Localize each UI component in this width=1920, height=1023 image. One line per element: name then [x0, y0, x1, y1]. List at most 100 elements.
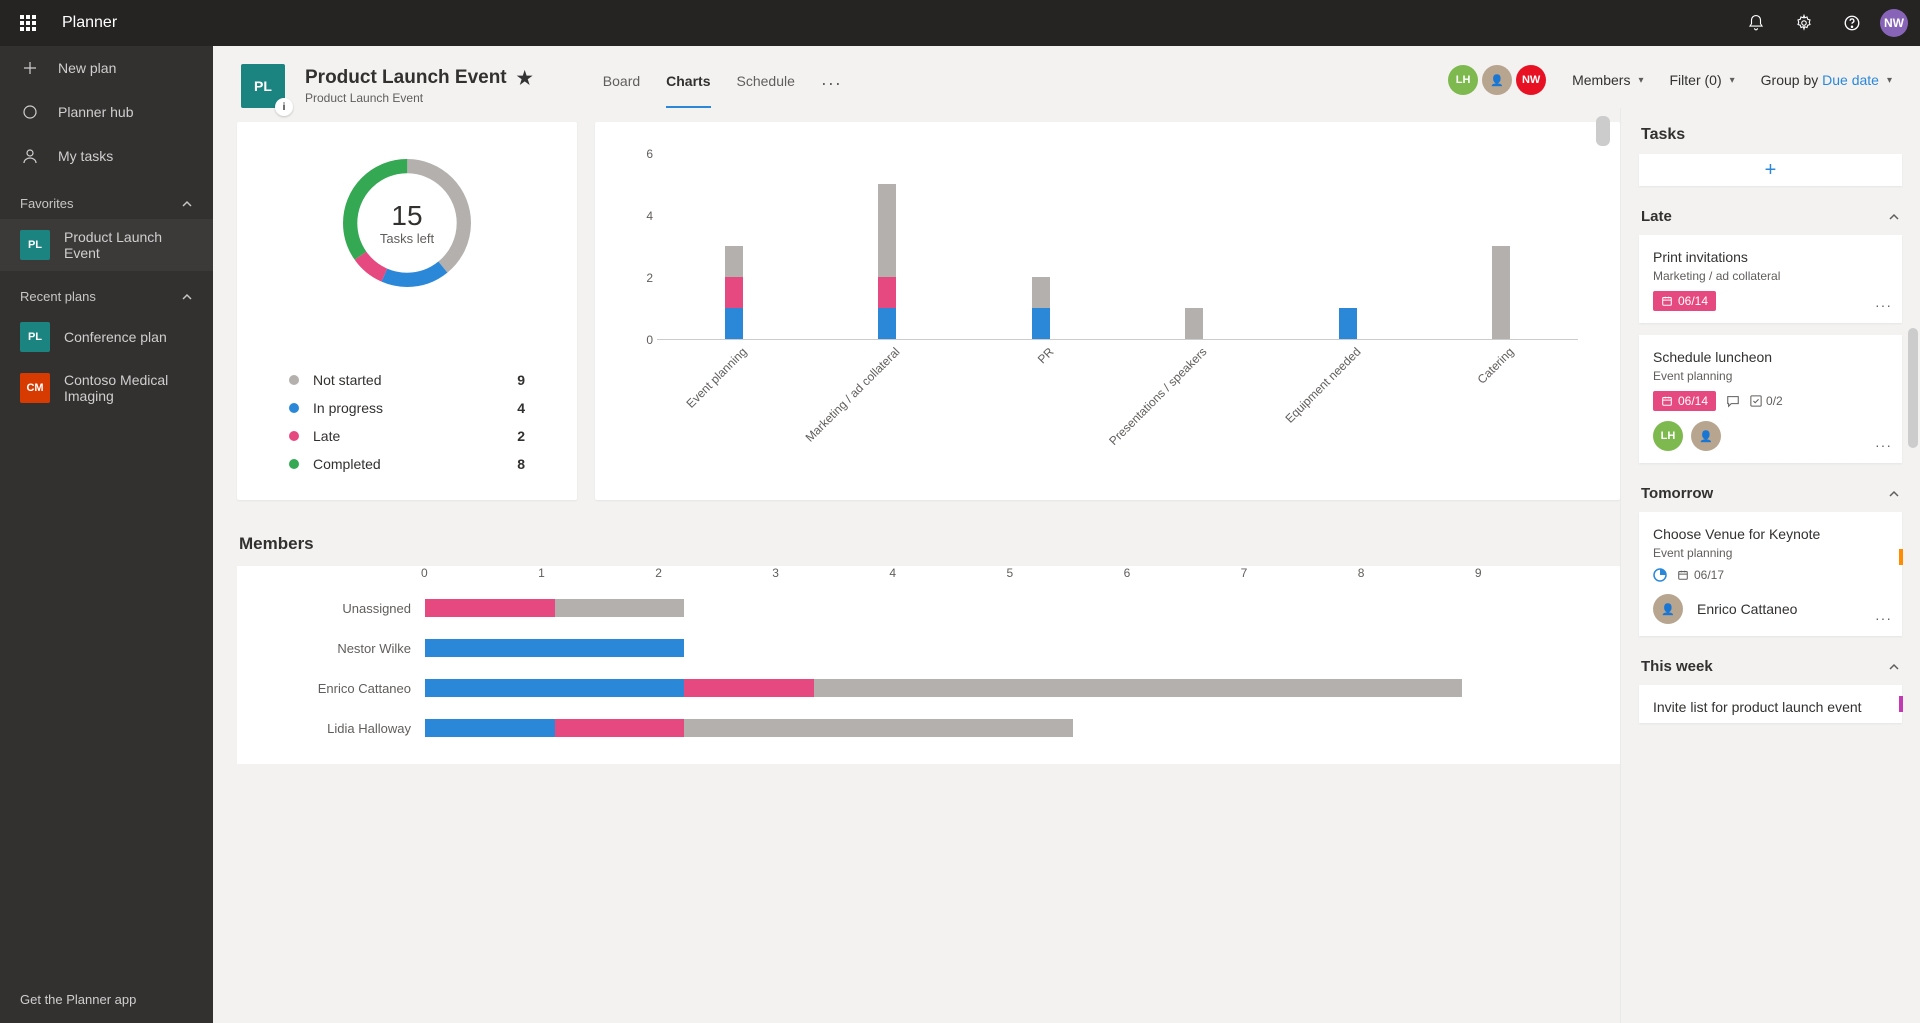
members-dropdown[interactable]: Members▾ — [1572, 72, 1643, 88]
tab-charts[interactable]: Charts — [666, 65, 710, 108]
y-tick: 4 — [646, 209, 653, 223]
plan-members-avatars[interactable]: LH 👤 NW — [1448, 65, 1546, 95]
bar-segment — [725, 246, 743, 277]
get-app-link[interactable]: Get the Planner app — [0, 976, 213, 1023]
new-plan-button[interactable]: New plan — [0, 46, 213, 90]
member-bar — [425, 719, 1592, 737]
task-card[interactable]: Schedule luncheon Event planning 06/14 0… — [1639, 335, 1902, 463]
chevron-up-icon — [1888, 211, 1900, 223]
favorite-plan-product-launch[interactable]: PL Product Launch Event — [0, 219, 213, 271]
plan-tile: CM — [20, 373, 50, 403]
filter-dropdown[interactable]: Filter (0)▾ — [1670, 72, 1735, 88]
recent-plan-contoso[interactable]: CM Contoso Medical Imaging — [0, 362, 213, 414]
chevron-down-icon: ▾ — [1730, 75, 1735, 86]
legend-dot — [289, 431, 299, 441]
legend-dot — [289, 375, 299, 385]
task-card[interactable]: Print invitations Marketing / ad collate… — [1639, 235, 1902, 323]
task-more-icon[interactable]: ··· — [1875, 437, 1892, 453]
members-chart-title: Members — [237, 518, 1620, 566]
plan-tile: PL — [20, 230, 50, 260]
x-tick: 8 — [1358, 566, 1475, 580]
section-late[interactable]: Late — [1621, 198, 1920, 235]
planner-hub-link[interactable]: Planner hub — [0, 90, 213, 134]
legend-row: Not started 9 — [289, 366, 525, 394]
section-this-week[interactable]: This week — [1621, 648, 1920, 685]
task-card[interactable]: Invite list for product launch event — [1639, 685, 1902, 723]
bar-segment — [725, 277, 743, 308]
charts-area: 15 Tasks left Not started 9 In progress … — [213, 108, 1620, 1023]
legend-value: 2 — [517, 428, 525, 444]
tab-board[interactable]: Board — [603, 65, 640, 108]
y-tick: 2 — [646, 271, 653, 285]
members-chart-section: Members 0123456789 UnassignedNestor Wilk… — [237, 518, 1620, 764]
app-launcher-icon[interactable] — [12, 7, 44, 39]
task-card[interactable]: Choose Venue for Keynote Event planning … — [1639, 512, 1902, 636]
member-row: Enrico Cattaneo — [265, 668, 1592, 708]
bar-group: PR — [1032, 277, 1050, 339]
bar-segment — [878, 184, 896, 277]
more-tabs-icon[interactable]: ··· — [821, 65, 842, 108]
plus-icon — [20, 58, 40, 78]
bucket-bar-chart: 0246 Event planningMarketing / ad collat… — [595, 122, 1620, 500]
chevron-up-icon — [1888, 661, 1900, 673]
x-tick: 7 — [1241, 566, 1358, 580]
task-more-icon[interactable]: ··· — [1875, 297, 1892, 313]
bar-segment — [425, 639, 684, 657]
x-tick: 2 — [655, 566, 772, 580]
bar-category-label: Marketing / ad collateral — [803, 345, 903, 445]
plan-badge: PL i — [241, 64, 285, 108]
user-avatar[interactable]: NW — [1880, 9, 1908, 37]
assignee-name: Enrico Cattaneo — [1697, 601, 1797, 617]
member-avatar: 👤 — [1482, 65, 1512, 95]
bar-segment — [814, 679, 1462, 697]
status-donut-chart: 15 Tasks left Not started 9 In progress … — [237, 122, 577, 500]
view-tabs: Board Charts Schedule ··· — [603, 65, 842, 108]
hub-icon — [20, 102, 40, 122]
bar-group: Event planning — [725, 246, 743, 339]
scrollbar[interactable] — [1596, 116, 1610, 146]
planner-hub-label: Planner hub — [58, 104, 134, 120]
bar-category-label: Equipment needed — [1282, 345, 1363, 426]
progress-icon — [1653, 568, 1667, 582]
favorites-section-header[interactable]: Favorites — [0, 178, 213, 219]
scrollbar[interactable] — [1908, 328, 1918, 448]
task-title: Print invitations — [1653, 249, 1888, 265]
member-bar — [425, 679, 1592, 697]
member-row: Unassigned — [265, 588, 1592, 628]
legend-dot — [289, 459, 299, 469]
due-date: 06/17 — [1677, 568, 1724, 582]
assignee-avatar: 👤 — [1653, 594, 1683, 624]
task-bucket: Event planning — [1653, 546, 1888, 560]
add-task-button[interactable]: + — [1639, 154, 1902, 186]
recent-plan-conference[interactable]: PL Conference plan — [0, 312, 213, 362]
legend-value: 9 — [517, 372, 525, 388]
donut-center-label: Tasks left — [380, 231, 434, 246]
section-tomorrow[interactable]: Tomorrow — [1621, 475, 1920, 512]
bar-segment — [1032, 308, 1050, 339]
help-icon[interactable] — [1832, 0, 1872, 46]
due-date-badge: 06/14 — [1653, 391, 1716, 411]
assignee-avatar: LH — [1653, 421, 1683, 451]
group-by-dropdown[interactable]: Group by Due date▾ — [1761, 72, 1892, 88]
plan-name: Product Launch Event — [64, 229, 193, 261]
notifications-icon[interactable] — [1736, 0, 1776, 46]
chevron-up-icon — [181, 291, 193, 303]
due-date-badge: 06/14 — [1653, 291, 1716, 311]
my-tasks-link[interactable]: My tasks — [0, 134, 213, 178]
member-name: Lidia Halloway — [265, 721, 425, 736]
top-bar: Planner NW — [0, 0, 1920, 46]
star-icon[interactable]: ★ — [517, 68, 533, 89]
checklist-indicator: 0/2 — [1750, 394, 1783, 408]
calendar-icon — [1661, 295, 1673, 307]
recent-section-header[interactable]: Recent plans — [0, 271, 213, 312]
plan-subtitle: Product Launch Event — [305, 91, 533, 105]
tab-schedule[interactable]: Schedule — [737, 65, 795, 108]
chevron-up-icon — [181, 198, 193, 210]
bar-segment — [1032, 277, 1050, 308]
task-more-icon[interactable]: ··· — [1875, 610, 1892, 626]
member-bar — [425, 639, 1592, 657]
bar-segment — [425, 599, 555, 617]
settings-icon[interactable] — [1784, 0, 1824, 46]
assignee-avatar: 👤 — [1691, 421, 1721, 451]
plan-name: Contoso Medical Imaging — [64, 372, 193, 404]
